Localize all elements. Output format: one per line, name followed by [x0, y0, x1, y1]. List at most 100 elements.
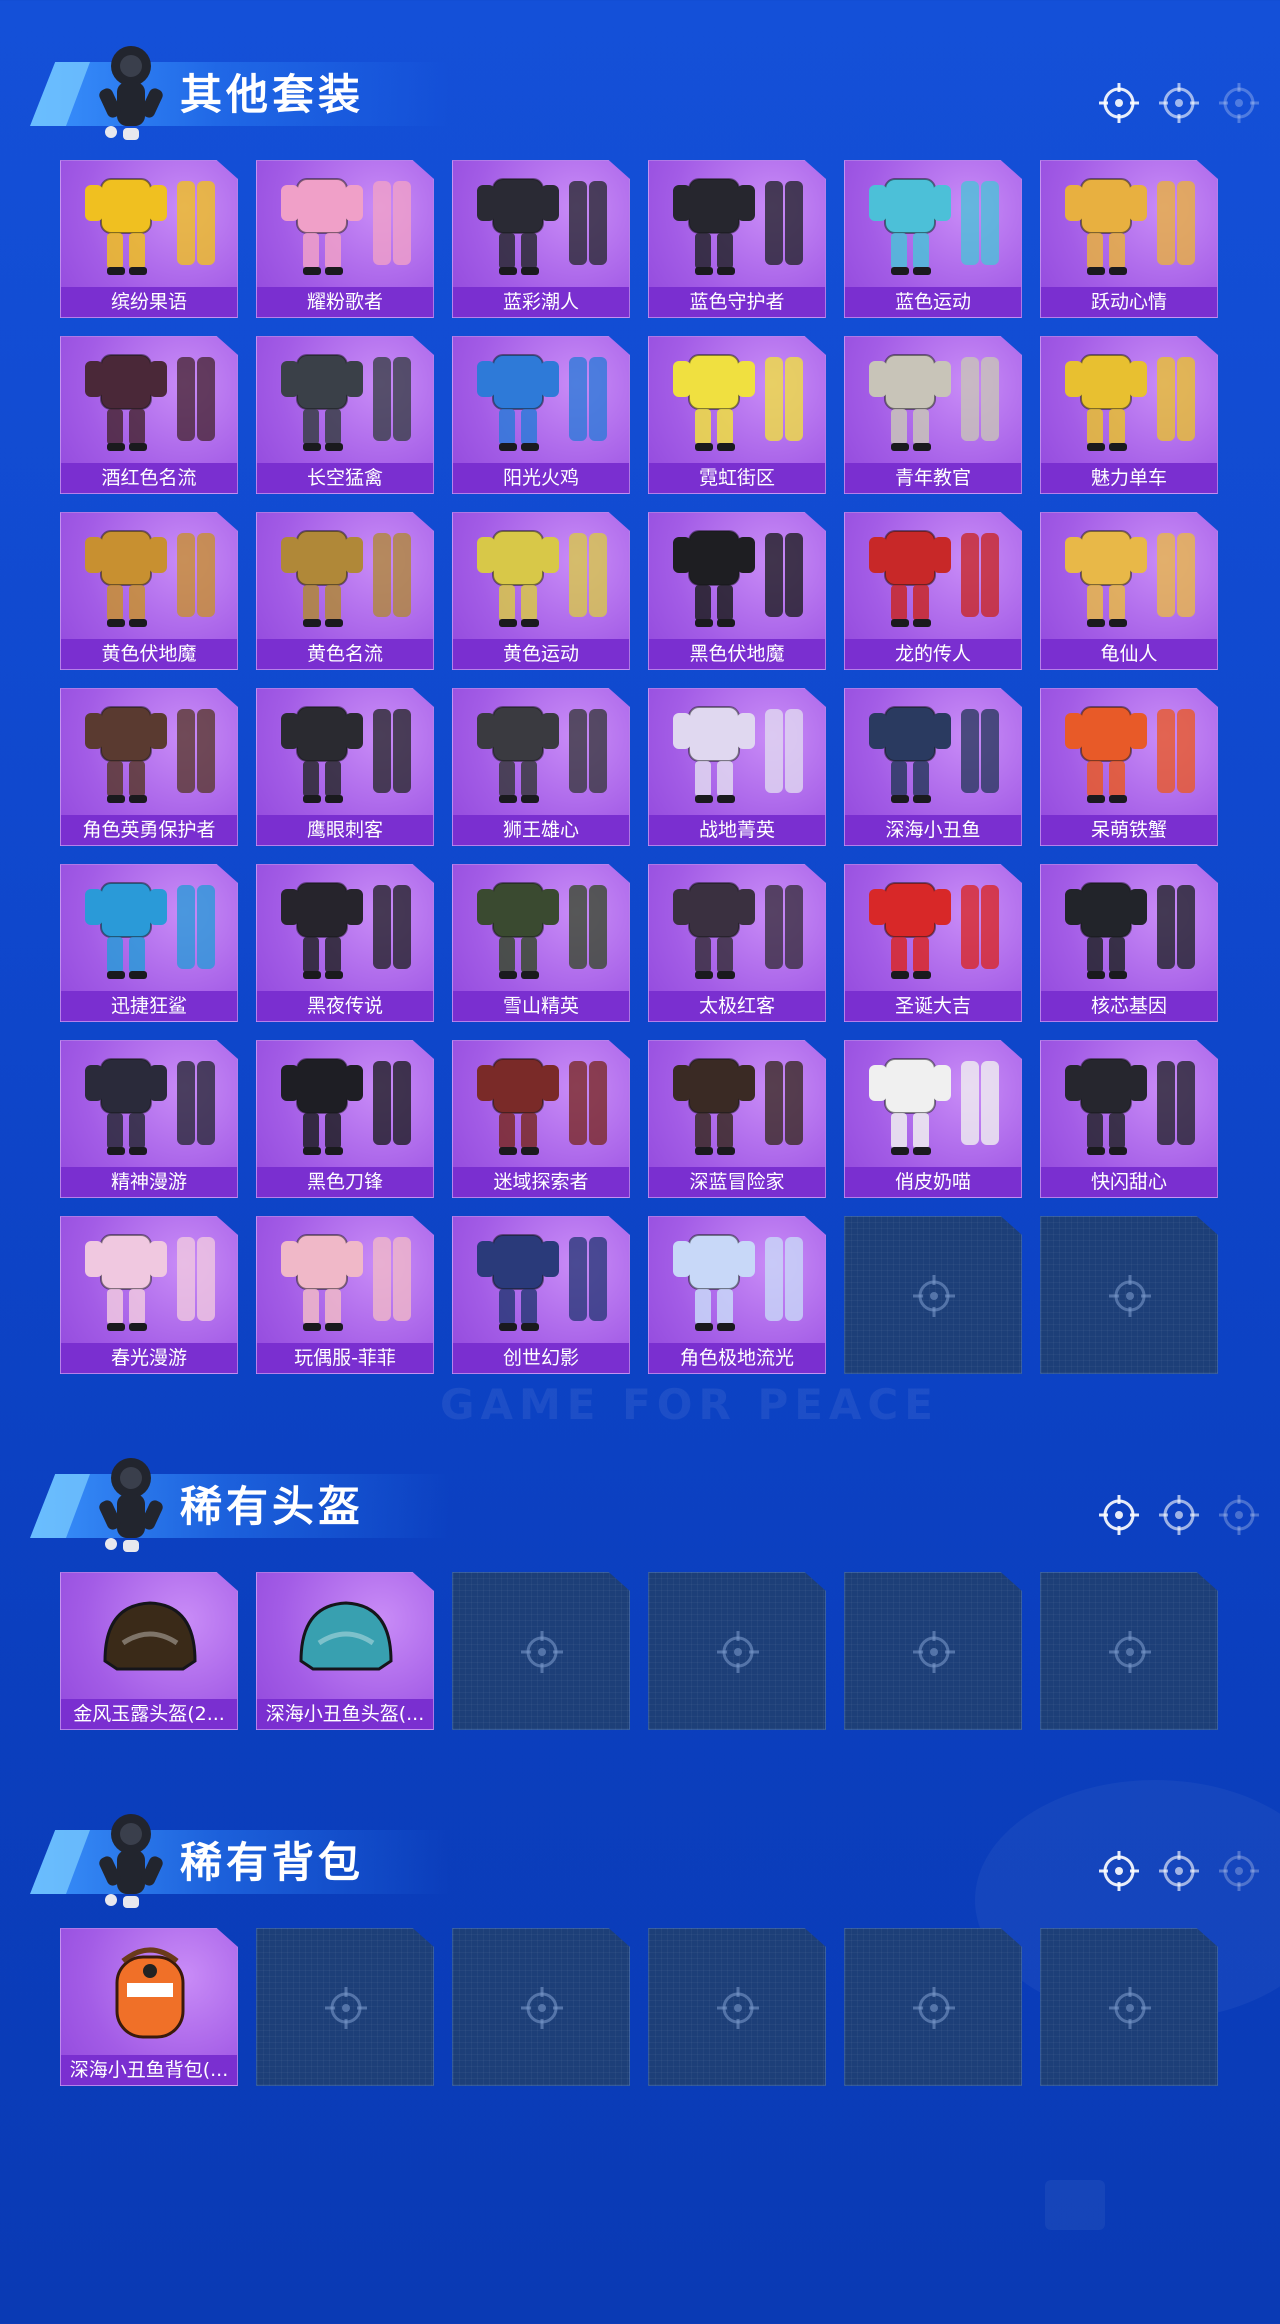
outfit-icon	[869, 178, 999, 275]
item-card[interactable]: 黄色运动	[452, 512, 630, 670]
item-label: 雪山精英	[453, 991, 629, 1021]
section-header: 稀有头盔	[0, 1452, 1280, 1572]
item-label: 酒红色名流	[61, 463, 237, 493]
mascot-icon	[99, 46, 163, 140]
item-card[interactable]: 酒红色名流	[60, 336, 238, 494]
item-card[interactable]: 鹰眼刺客	[256, 688, 434, 846]
item-card[interactable]: 黑色伏地魔	[648, 512, 826, 670]
helmet-icon	[299, 1601, 393, 1671]
section-title: 其他套装	[180, 70, 365, 119]
outfit-icon	[281, 530, 411, 627]
decor-sights	[1098, 1494, 1260, 1536]
item-card[interactable]: 蓝色守护者	[648, 160, 826, 318]
item-label: 深海小丑鱼	[845, 815, 1021, 845]
item-card[interactable]: 黑色刀锋	[256, 1040, 434, 1198]
crosshair-icon	[1099, 1495, 1139, 1535]
item-label: 黄色伏地魔	[61, 639, 237, 669]
outfit-icon	[477, 354, 607, 451]
helmet-icon	[103, 1601, 197, 1671]
item-card[interactable]: 春光漫游	[60, 1216, 238, 1374]
section-header: 稀有背包	[0, 1808, 1280, 1928]
item-card[interactable]: 蓝色运动	[844, 160, 1022, 318]
item-card[interactable]: 战地菁英	[648, 688, 826, 846]
item-label: 迅捷狂鲨	[61, 991, 237, 1021]
item-card[interactable]: 快闪甜心	[1040, 1040, 1218, 1198]
section-title: 稀有背包	[180, 1838, 365, 1887]
empty-slot	[1040, 1216, 1218, 1374]
item-label: 鹰眼刺客	[257, 815, 433, 845]
item-card[interactable]: 深蓝冒险家	[648, 1040, 826, 1198]
item-card[interactable]: 跃动心情	[1040, 160, 1218, 318]
crosshair-icon	[325, 1987, 367, 2029]
item-card[interactable]: 金风玉露头盔(2...	[60, 1572, 238, 1730]
item-card[interactable]: 黄色伏地魔	[60, 512, 238, 670]
empty-slot	[452, 1572, 630, 1730]
item-card[interactable]: 创世幻影	[452, 1216, 630, 1374]
item-label: 青年教官	[845, 463, 1021, 493]
outfit-icon	[85, 1234, 215, 1331]
item-grid: 缤纷果语 耀粉歌者 蓝彩潮人 蓝色守护者 蓝色运动 跃动心情酒红色名流 长空猛禽 阳光火鸡 霓虹…	[60, 160, 1218, 1374]
outfit-icon	[869, 354, 999, 451]
item-card[interactable]: 青年教官	[844, 336, 1022, 494]
item-card[interactable]: 长空猛禽	[256, 336, 434, 494]
item-card[interactable]: 蓝彩潮人	[452, 160, 630, 318]
crosshair-icon	[1159, 83, 1199, 123]
item-card[interactable]: 魅力单车	[1040, 336, 1218, 494]
outfit-icon	[477, 530, 607, 627]
item-card[interactable]: 阳光火鸡	[452, 336, 630, 494]
item-card[interactable]: 黄色名流	[256, 512, 434, 670]
item-label: 黄色运动	[453, 639, 629, 669]
outfit-icon	[673, 1234, 803, 1331]
item-label: 春光漫游	[61, 1343, 237, 1373]
item-card[interactable]: 太极红客	[648, 864, 826, 1022]
item-label: 精神漫游	[61, 1167, 237, 1197]
crosshair-icon	[1219, 1495, 1259, 1535]
item-card[interactable]: 玩偶服-菲菲	[256, 1216, 434, 1374]
item-label: 耀粉歌者	[257, 287, 433, 317]
item-label: 核芯基因	[1041, 991, 1217, 1021]
item-card[interactable]: 耀粉歌者	[256, 160, 434, 318]
item-card[interactable]: 深海小丑鱼背包(...	[60, 1928, 238, 2086]
item-card[interactable]: 龟仙人	[1040, 512, 1218, 670]
crosshair-icon	[1109, 1631, 1151, 1673]
item-card[interactable]: 黑夜传说	[256, 864, 434, 1022]
crosshair-icon	[1159, 1495, 1199, 1535]
crosshair-icon	[913, 1631, 955, 1673]
item-card[interactable]: 龙的传人	[844, 512, 1022, 670]
outfit-icon	[281, 706, 411, 803]
outfit-icon	[673, 882, 803, 979]
item-label: 俏皮奶喵	[845, 1167, 1021, 1197]
item-card[interactable]: 迷域探索者	[452, 1040, 630, 1198]
item-card[interactable]: 缤纷果语	[60, 160, 238, 318]
item-label: 呆萌铁蟹	[1041, 815, 1217, 845]
item-label: 深蓝冒险家	[649, 1167, 825, 1197]
item-card[interactable]: 深海小丑鱼	[844, 688, 1022, 846]
item-label: 创世幻影	[453, 1343, 629, 1373]
crosshair-icon	[1109, 1987, 1151, 2029]
item-card[interactable]: 俏皮奶喵	[844, 1040, 1022, 1198]
outfit-icon	[1065, 706, 1195, 803]
outfit-icon	[869, 882, 999, 979]
item-label: 蓝彩潮人	[453, 287, 629, 317]
item-card[interactable]: 霓虹街区	[648, 336, 826, 494]
section-header: 其他套装	[0, 40, 1280, 160]
item-label: 快闪甜心	[1041, 1167, 1217, 1197]
item-card[interactable]: 圣诞大吉	[844, 864, 1022, 1022]
outfit-icon	[281, 1058, 411, 1155]
empty-slot	[256, 1928, 434, 2086]
empty-slot	[844, 1572, 1022, 1730]
item-card[interactable]: 狮王雄心	[452, 688, 630, 846]
item-label: 跃动心情	[1041, 287, 1217, 317]
crosshair-icon	[1099, 83, 1139, 123]
section-rare-backpacks: 稀有背包 深海小丑鱼背包(...	[0, 1808, 1280, 2086]
item-card[interactable]: 角色英勇保护者	[60, 688, 238, 846]
item-card[interactable]: 迅捷狂鲨	[60, 864, 238, 1022]
item-card[interactable]: 雪山精英	[452, 864, 630, 1022]
item-card[interactable]: 核芯基因	[1040, 864, 1218, 1022]
backpack-icon	[115, 1947, 185, 2039]
empty-slot	[844, 1216, 1022, 1374]
item-card[interactable]: 角色极地流光	[648, 1216, 826, 1374]
item-card[interactable]: 呆萌铁蟹	[1040, 688, 1218, 846]
item-card[interactable]: 精神漫游	[60, 1040, 238, 1198]
item-card[interactable]: 深海小丑鱼头盔(...	[256, 1572, 434, 1730]
